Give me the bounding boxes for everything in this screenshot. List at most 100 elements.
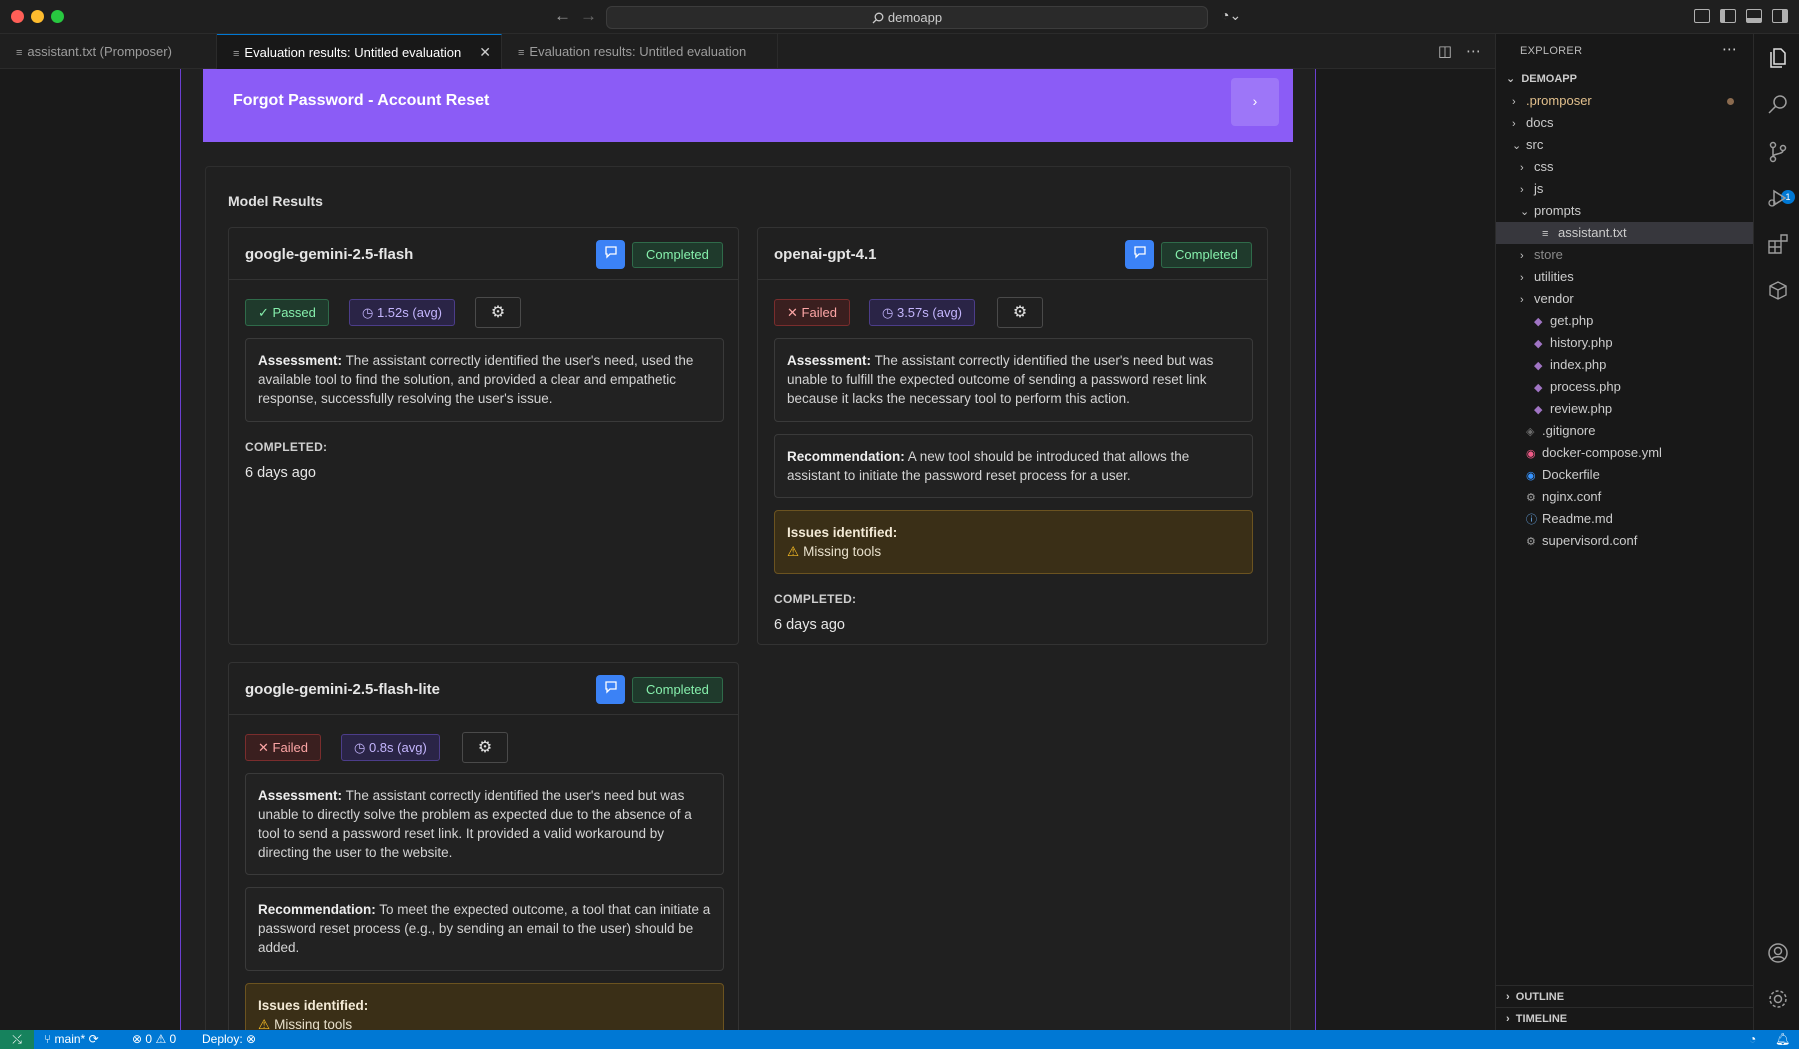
tree-item-label: vendor [1534,291,1574,306]
remote-explorer-icon[interactable] [1766,278,1790,302]
tree-item[interactable]: ◈ .gitignore [1496,420,1754,442]
tab-evaluation-results-active[interactable]: ≡ Evaluation results: Untitled evaluation… [217,34,502,69]
problems-indicator[interactable]: ⊗ 0 ⚠ 0 [132,1030,176,1049]
source-control-icon[interactable] [1766,140,1790,164]
tree-item-label: css [1534,159,1554,174]
close-tab-icon[interactable]: ✕ [479,35,491,70]
toggle-panel-icon[interactable] [1746,9,1762,23]
chevron-down-icon: ⌄ [1520,206,1530,218]
tree-item[interactable]: ≡ assistant.txt [1496,222,1754,244]
verdict-label: Passed [272,305,316,320]
chip-settings-button[interactable]: ⚙ [462,732,508,763]
tree-item[interactable]: › .promposer [1496,90,1754,112]
tree-item[interactable]: ◆ index.php [1496,354,1754,376]
zoom-window-button[interactable] [51,10,64,23]
notifications-bell-icon[interactable]: 🔔︎ [1775,1030,1790,1049]
tree-item-label: docker-compose.yml [1542,445,1662,460]
card-header: openai-gpt-4.1 Completed [758,228,1267,280]
forward-arrow-icon[interactable]: → [580,6,597,26]
manage-gear-icon[interactable] [1766,987,1790,1011]
extensions-icon[interactable] [1766,232,1790,256]
run-debug-icon[interactable] [1766,186,1790,210]
tree-item[interactable]: › store [1496,244,1754,266]
tree-item[interactable]: ⓘ Readme.md [1496,508,1754,530]
file-text-icon: ≡ [233,48,240,60]
split-editor-icon[interactable]: ◫ [1438,43,1452,60]
php-file-icon: ◆ [1534,338,1543,350]
tree-item[interactable]: › js [1496,178,1754,200]
assessment-box: Assessment: The assistant correctly iden… [245,338,724,422]
assessment-box: Assessment: The assistant correctly iden… [245,773,724,875]
assessment-label: Assessment: [258,353,343,368]
more-actions-icon[interactable]: ⋯ [1466,43,1481,60]
tree-item[interactable]: › css [1496,156,1754,178]
model-name: google-gemini-2.5-flash-lite [245,681,441,698]
verdict-label: Failed [801,305,837,320]
toggle-secondary-sidebar-icon[interactable] [1772,9,1788,23]
editor-tab-bar: ≡ assistant.txt (Promposer) ≡ Evaluation r… [0,34,1495,69]
account-icon[interactable] [1766,941,1790,965]
tree-item-label: utilities [1534,269,1574,284]
recommendation-box: Recommendation: To meet the expected out… [245,887,724,971]
tree-item[interactable]: ◉ Dockerfile [1496,464,1754,486]
tree-item[interactable]: ◉ docker-compose.yml [1496,442,1754,464]
command-center[interactable]: demoapp [606,6,1208,29]
workspace-root[interactable]: ⌄ DEMOAPP [1496,68,1754,90]
verdict-badge: ✓ Passed [245,299,329,326]
chevron-down-icon: ⌄ [1506,73,1516,85]
warning-icon: ⚠ [155,1032,167,1046]
tree-item[interactable]: ◆ review.php [1496,398,1754,420]
text-file-icon: ≡ [1542,228,1549,240]
copilot-icon[interactable]: ◔⌄ [1221,7,1241,24]
tree-item[interactable]: ◆ history.php [1496,332,1754,354]
close-window-button[interactable] [11,10,24,23]
tree-item[interactable]: › utilities [1496,266,1754,288]
tree-item[interactable]: › docs [1496,112,1754,134]
chevron-right-icon: › [1512,96,1516,108]
timeline-section[interactable]: › TIMELINE [1496,1007,1754,1029]
assessment-label: Assessment: [787,353,872,368]
tree-item[interactable]: ⚙ supervisord.conf [1496,530,1754,552]
customize-layout-icon[interactable] [1694,9,1710,23]
workspace-name: DEMOAPP [1521,73,1577,85]
scenario-header: Forgot Password - Account Reset › [203,69,1293,142]
result-card-gemini-flash-lite: google-gemini-2.5-flash-lite Completed ✕… [228,662,739,1030]
deploy-status[interactable]: Deploy: ⊗ [202,1030,256,1049]
scenario-title: Forgot Password - Account Reset [233,92,490,109]
tree-item[interactable]: ⌄ prompts [1496,200,1754,222]
recommendation-box: Recommendation: A new tool should be int… [774,434,1253,498]
activity-bar: 1 [1753,34,1799,1030]
tree-item[interactable]: ⌄ src [1496,134,1754,156]
explorer-files-icon[interactable] [1766,46,1790,70]
expand-scenario-button[interactable]: › [1231,78,1279,126]
git-branch[interactable]: ⑂ main* ⟳ [44,1030,99,1049]
tree-item[interactable]: ◆ get.php [1496,310,1754,332]
minimize-window-button[interactable] [31,10,44,23]
tree-item[interactable]: ◆ process.php [1496,376,1754,398]
tab-assistant-txt[interactable]: ≡ assistant.txt (Promposer) [0,34,217,69]
outline-section[interactable]: › OUTLINE [1496,985,1754,1007]
warning-icon: ⚠ [787,544,800,559]
outline-label: OUTLINE [1515,991,1565,1003]
completed-time: 6 days ago [245,465,316,481]
tree-item[interactable]: ⚙ nginx.conf [1496,486,1754,508]
more-actions-icon[interactable]: ⋯ [1722,40,1737,58]
tab-label: assistant.txt (Promposer) [27,44,172,59]
chip-settings-button[interactable]: ⚙ [475,297,521,328]
chip-icon: ⚙ [477,739,493,756]
view-conversation-button[interactable] [1125,240,1154,269]
copilot-status-icon[interactable]: ◔ [1749,1030,1756,1049]
model-name: google-gemini-2.5-flash [245,246,414,263]
back-arrow-icon[interactable]: ← [554,6,571,26]
remote-indicator-icon[interactable]: ⤯ [0,1030,34,1049]
toggle-primary-sidebar-icon[interactable] [1720,9,1736,23]
chip-settings-button[interactable]: ⚙ [997,297,1043,328]
tab-evaluation-results[interactable]: ≡ Evaluation results: Untitled evaluation [502,34,778,69]
view-conversation-button[interactable] [596,675,625,704]
tree-item-label: Dockerfile [1542,467,1600,482]
view-conversation-button[interactable] [596,240,625,269]
config-file-icon: ⚙ [1526,492,1536,504]
search-icon[interactable] [1766,92,1790,116]
deploy-label: Deploy: [202,1032,243,1046]
tree-item[interactable]: › vendor [1496,288,1754,310]
